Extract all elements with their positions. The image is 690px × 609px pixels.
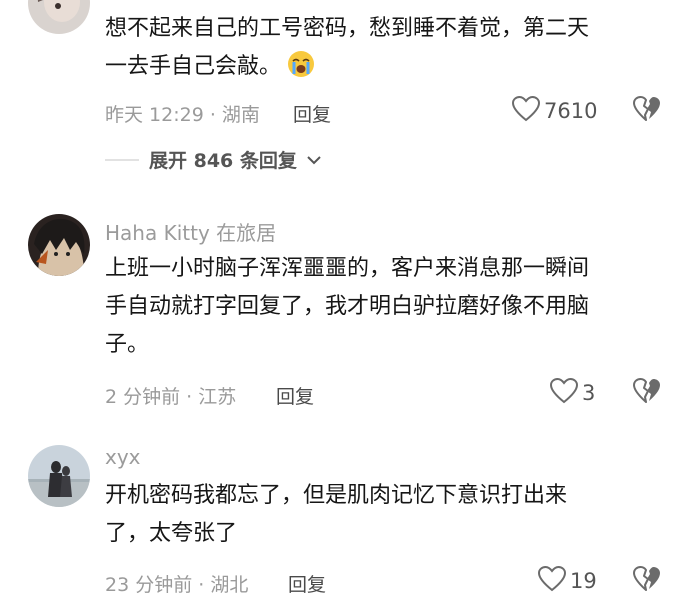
username[interactable]: xyx [105, 445, 141, 469]
comment-text-line: 子。 [105, 332, 150, 357]
like-button[interactable]: 7610 [511, 95, 598, 126]
comment-text-line: 了，太夸张了 [105, 521, 238, 546]
like-count: 19 [570, 569, 597, 593]
comment-meta: 23 分钟前 · 湖北 [105, 574, 249, 596]
divider-line [105, 158, 139, 161]
crying-face-icon [287, 50, 315, 78]
dislike-button[interactable] [633, 378, 661, 408]
avatar[interactable] [28, 0, 90, 34]
like-button[interactable]: 19 [537, 565, 597, 596]
dislike-button[interactable] [633, 566, 661, 596]
comment-meta: 2 分钟前 · 江苏 [105, 386, 237, 408]
comment-text-line: 手自动就打字回复了，我才明白驴拉磨好像不用脑 [105, 294, 590, 319]
heart-outline-icon [549, 377, 579, 408]
like-count: 7610 [544, 99, 598, 123]
broken-heart-icon [633, 96, 661, 126]
comment-text: 开机密码我都忘了，但是肌肉记忆下意识打出来 了，太夸张了 [105, 477, 665, 553]
comment-text-fragment: 一去手自己会敲。 [105, 54, 282, 79]
reply-button[interactable]: 回复 [293, 100, 331, 127]
like-button[interactable]: 3 [549, 377, 596, 408]
comment-text: 想不起来自己的工号密码，愁到睡不着觉，第二天 一去手自己会敲。 [105, 10, 665, 86]
comment-text-line: 开机密码我都忘了，但是肌肉记忆下意识打出来 [105, 483, 568, 508]
chevron-down-icon [307, 150, 321, 169]
reply-button[interactable]: 回复 [276, 382, 314, 409]
broken-heart-icon [633, 378, 661, 408]
avatar[interactable] [28, 445, 90, 507]
comment-text: 上班一小时脑子浑浑噩噩的，客户来消息那一瞬间 手自动就打字回复了，我才明白驴拉磨… [105, 250, 665, 364]
heart-outline-icon [537, 565, 567, 596]
username[interactable]: Haha Kitty 在旅居 [105, 217, 276, 246]
comment-meta: 昨天 12:29 · 湖南 [105, 104, 260, 126]
comment-text-line: 一去手自己会敲。 [105, 48, 665, 86]
dislike-button[interactable] [633, 96, 661, 126]
broken-heart-icon [633, 566, 661, 596]
expand-replies-label: 展开 846 条回复 [149, 150, 297, 172]
heart-outline-icon [511, 95, 541, 126]
reply-button[interactable]: 回复 [288, 570, 326, 597]
avatar[interactable] [28, 214, 90, 276]
comment-text-line: 想不起来自己的工号密码，愁到睡不着觉，第二天 [105, 16, 590, 41]
expand-replies-button[interactable]: 展开 846 条回复 [105, 146, 321, 173]
like-count: 3 [582, 381, 596, 405]
comment-text-line: 上班一小时脑子浑浑噩噩的，客户来消息那一瞬间 [105, 256, 590, 281]
